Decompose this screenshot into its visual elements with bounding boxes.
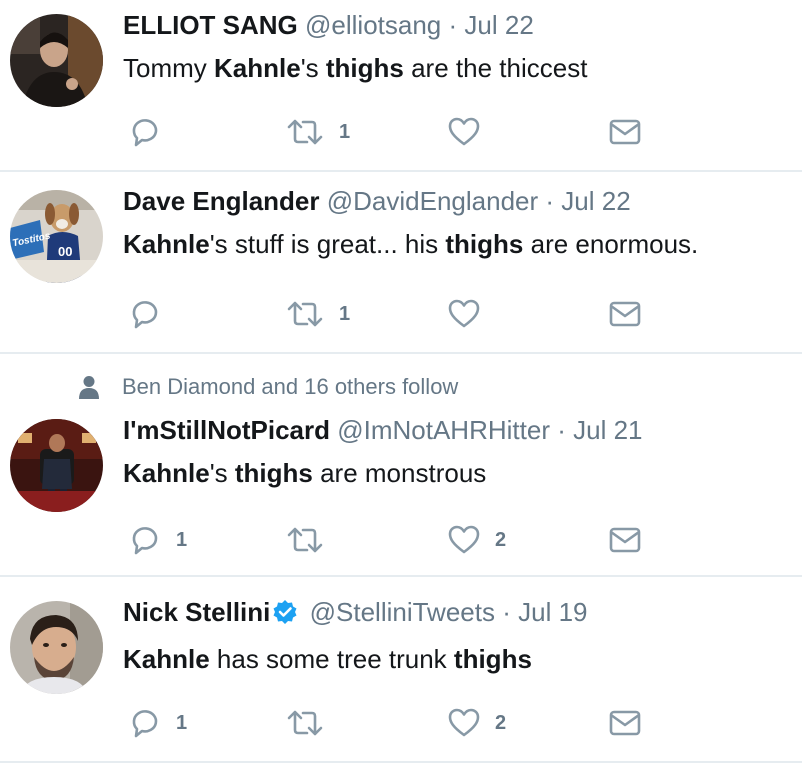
heart-icon	[448, 117, 480, 146]
text-segment-bold: thighs	[234, 458, 313, 488]
reply-icon	[132, 119, 158, 147]
text-segment: are monstrous	[312, 458, 487, 488]
reply-count: 1	[176, 711, 188, 734]
direct-message-button[interactable]	[608, 296, 642, 332]
text-segment: has some tree trunk	[209, 644, 454, 674]
tweet-text: Kahnle has some tree trunk thighs	[123, 643, 792, 675]
username[interactable]: @StelliniTweets	[310, 597, 495, 627]
tweet[interactable]: 00 Tostitos Dave Englander @DavidEngland…	[0, 172, 802, 354]
text-segment-bold: Kahnle	[123, 644, 210, 674]
tweet-header: Dave Englander @DavidEnglander · Jul 22	[123, 186, 792, 216]
tweet-header: I'mStillNotPicard @ImNotAHRHitter · Jul …	[123, 415, 792, 445]
like-button[interactable]: 2	[447, 705, 506, 741]
retweet-count: 1	[339, 302, 351, 325]
tweet-text: Kahnle's stuff is great... his thighs ar…	[123, 228, 792, 260]
text-segment: are the thiccest	[403, 53, 588, 83]
avatar-jersey-number: 00	[58, 244, 72, 259]
timestamp[interactable]: Jul 19	[518, 597, 587, 627]
separator: ·	[557, 415, 566, 445]
verified-badge-icon	[272, 599, 298, 631]
text-segment-bold: thighs	[453, 644, 532, 674]
avatar[interactable]	[10, 419, 103, 512]
envelope-icon	[609, 527, 641, 553]
reply-icon	[132, 527, 158, 555]
text-segment: 's	[300, 53, 326, 83]
display-name[interactable]: Dave Englander	[123, 186, 320, 216]
tweet-actions: 1 2	[0, 705, 802, 741]
separator: ·	[502, 597, 511, 627]
tweet[interactable]: ELLIOT SANG @elliotsang · Jul 22 Tommy K…	[0, 0, 802, 172]
reply-icon	[132, 710, 158, 738]
text-segment: 's	[209, 458, 235, 488]
tweet[interactable]: Ben Diamond and 16 others follow I'mStil…	[0, 354, 802, 577]
tweet-actions: 1	[0, 296, 802, 332]
display-name[interactable]: ELLIOT SANG	[123, 10, 298, 40]
separator: ·	[545, 186, 555, 216]
timestamp[interactable]: Jul 22	[464, 10, 533, 40]
tweet-feed: ELLIOT SANG @elliotsang · Jul 22 Tommy K…	[0, 0, 802, 763]
direct-message-button[interactable]	[608, 705, 642, 741]
retweet-button[interactable]	[285, 522, 339, 558]
reply-button[interactable]	[128, 296, 176, 332]
username[interactable]: @DavidEnglander	[327, 186, 538, 216]
direct-message-button[interactable]	[608, 114, 642, 150]
text-segment-bold: thighs	[445, 229, 524, 259]
tweet-text: Tommy Kahnle's thighs are the thiccest	[123, 52, 792, 84]
timestamp[interactable]: Jul 22	[561, 186, 630, 216]
tweet[interactable]: Nick Stellini @StelliniTweets · Jul 19 K…	[0, 577, 802, 763]
text-segment: Tommy	[123, 53, 214, 83]
person-icon	[79, 376, 99, 399]
reply-button[interactable]: 1	[128, 522, 187, 558]
tweet-actions: 1	[0, 114, 802, 150]
retweet-button[interactable]: 1	[285, 114, 350, 150]
text-segment-bold: Kahnle	[123, 458, 210, 488]
text-segment-bold: Kahnle	[214, 53, 301, 83]
reply-icon	[132, 301, 158, 329]
envelope-icon	[609, 710, 641, 736]
display-name[interactable]: I'mStillNotPicard	[123, 415, 330, 445]
display-name[interactable]: Nick Stellini	[123, 597, 270, 627]
tweet-text: Kahnle's thighs are monstrous	[123, 457, 792, 489]
retweet-icon	[287, 527, 323, 553]
social-context-text: Ben Diamond and 16 others follow	[122, 374, 459, 399]
like-count: 2	[495, 528, 507, 551]
retweet-button[interactable]: 1	[285, 296, 350, 332]
timestamp[interactable]: Jul 21	[573, 415, 642, 445]
reply-button[interactable]: 1	[128, 705, 187, 741]
text-segment-bold: Kahnle	[123, 229, 210, 259]
separator: ·	[448, 10, 458, 40]
like-button[interactable]: 2	[447, 522, 506, 558]
tweet-actions: 1 2	[0, 522, 802, 558]
reply-count: 1	[176, 528, 188, 551]
envelope-icon	[609, 119, 641, 145]
heart-icon	[448, 299, 480, 328]
avatar[interactable]: 00 Tostitos	[10, 190, 103, 283]
avatar[interactable]	[10, 601, 103, 694]
retweet-icon	[287, 710, 323, 736]
avatar[interactable]	[10, 14, 103, 107]
text-segment: are enormous.	[523, 229, 699, 259]
heart-icon	[448, 525, 480, 554]
username[interactable]: @ImNotAHRHitter	[337, 415, 550, 445]
tweet-header: Nick Stellini @StelliniTweets · Jul 19	[123, 597, 792, 631]
retweet-count: 1	[339, 120, 351, 143]
retweet-icon	[287, 119, 323, 145]
social-context[interactable]: Ben Diamond and 16 others follow	[78, 374, 458, 400]
retweet-icon	[287, 301, 323, 327]
retweet-button[interactable]	[285, 705, 339, 741]
reply-button[interactable]	[128, 114, 176, 150]
username[interactable]: @elliotsang	[305, 10, 441, 40]
text-segment: 's stuff is great... his	[209, 229, 446, 259]
like-button[interactable]	[447, 114, 495, 150]
tweet-header: ELLIOT SANG @elliotsang · Jul 22	[123, 10, 792, 40]
like-button[interactable]	[447, 296, 495, 332]
like-count: 2	[495, 711, 507, 734]
envelope-icon	[609, 301, 641, 327]
text-segment-bold: thighs	[325, 53, 404, 83]
direct-message-button[interactable]	[608, 522, 642, 558]
heart-icon	[448, 708, 480, 737]
